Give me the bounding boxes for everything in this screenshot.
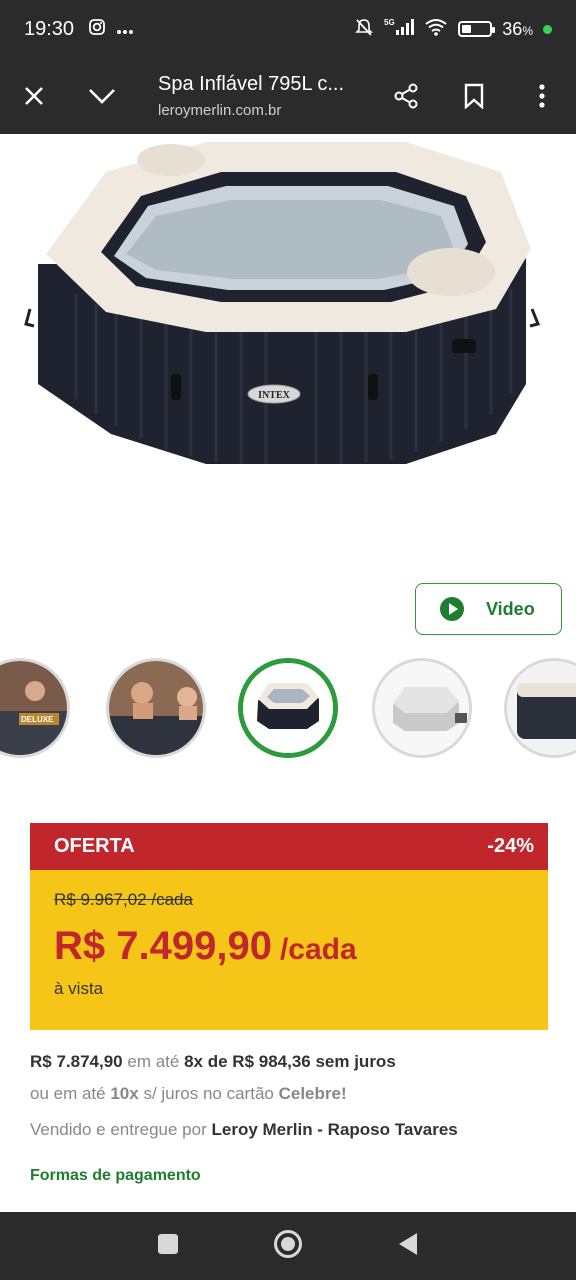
offer-label: OFERTA [54, 835, 135, 857]
card-offer-card-name: Celebre! [278, 1084, 347, 1103]
video-button[interactable]: Video [415, 583, 562, 635]
old-price: R$ 9.967,02 /cada [54, 890, 193, 909]
payment-methods-link[interactable]: Formas de pagamento [30, 1167, 560, 1185]
thumbnail-5[interactable] [504, 658, 576, 758]
instagram-icon [88, 18, 106, 41]
share-button[interactable] [372, 58, 440, 134]
seller-prefix: Vendido e entregue por [30, 1120, 207, 1139]
page-content: INTEX Video DELUXE OFERTA -24% R$ 9.967,… [0, 134, 576, 1212]
custom-tab-toolbar: Spa Inflável 795L c... leroymerlin.com.b… [0, 58, 576, 134]
bookmark-button[interactable] [440, 58, 508, 134]
collapse-button[interactable] [68, 58, 136, 134]
card-offer-line: ou em até 10x s/ juros no cartão Celebre… [30, 1084, 560, 1104]
installments-connector: em até [127, 1052, 180, 1071]
circle-home-icon [274, 1229, 302, 1258]
battery-icon [458, 21, 496, 37]
installments-text: 8x de R$ 984,36 sem juros [184, 1052, 396, 1071]
share-icon [394, 83, 418, 109]
close-icon [25, 87, 43, 105]
5g-signal-icon: 5G [384, 17, 415, 42]
current-price: R$ 7.499,90 /cada [54, 924, 524, 969]
video-button-label: Video [486, 598, 535, 619]
more-vertical-icon [539, 84, 545, 108]
installments-line: R$ 7.874,90 em até 8x de R$ 984,36 sem j… [30, 1052, 560, 1072]
battery-percent: 36% [502, 19, 533, 40]
page-title-area[interactable]: Spa Inflável 795L c... leroymerlin.com.b… [136, 73, 372, 119]
system-nav-bar [0, 1212, 576, 1280]
page-title: Spa Inflável 795L c... [158, 73, 345, 95]
product-image[interactable]: INTEX [16, 134, 560, 574]
thumbnail-1-text: DELUXE [21, 715, 54, 724]
chevron-down-icon [89, 89, 115, 104]
more-dots-icon [116, 19, 134, 40]
square-icon [158, 1233, 178, 1254]
recents-button[interactable] [157, 1233, 179, 1260]
card-offer-middle: s/ juros no cartão [143, 1084, 274, 1103]
seller-line: Vendido e entregue por Leroy Merlin - Ra… [30, 1120, 560, 1140]
card-offer-prefix: ou em até [30, 1084, 106, 1103]
discount-badge: -24% [487, 835, 534, 857]
installments-total: R$ 7.874,90 [30, 1052, 123, 1071]
offer-price-box: R$ 9.967,02 /cada R$ 7.499,90 /cada à vi… [30, 870, 548, 1030]
status-time: 19:30 [24, 17, 75, 40]
current-price-amount: R$ 7.499,90 [54, 924, 272, 968]
offer-header: OFERTA -24% [30, 823, 548, 870]
card-offer-count: 10x [110, 1084, 139, 1103]
battery-percent-value: 36 [502, 18, 523, 39]
overflow-menu-button[interactable] [508, 58, 576, 134]
battery-level [462, 25, 472, 33]
play-icon [440, 597, 464, 621]
seller-name[interactable]: Leroy Merlin - Raposo Tavares [212, 1120, 458, 1139]
thumbnail-4[interactable] [372, 658, 472, 758]
page-url: leroymerlin.com.br [158, 102, 282, 119]
thumbnail-carousel: DELUXE [0, 654, 576, 764]
thumbnail-1[interactable]: DELUXE [0, 658, 70, 758]
muted-bell-icon [354, 17, 374, 42]
thumbnail-3[interactable] [238, 658, 338, 758]
back-triangle-icon [399, 1232, 417, 1255]
payment-note: à vista [54, 979, 104, 998]
status-bar: 19:30 5G 36% [0, 0, 576, 58]
battery-percent-suffix: % [522, 23, 533, 38]
thumbnail-2[interactable] [106, 658, 206, 758]
bookmark-icon [464, 83, 484, 109]
brand-label: INTEX [258, 390, 290, 401]
home-button[interactable] [273, 1229, 303, 1264]
network-label: 5G [384, 18, 395, 27]
close-button[interactable] [0, 58, 68, 134]
current-price-unit: /cada [279, 933, 357, 966]
active-dot-icon [543, 24, 552, 34]
back-button[interactable] [397, 1232, 419, 1261]
wifi-icon [424, 18, 448, 41]
